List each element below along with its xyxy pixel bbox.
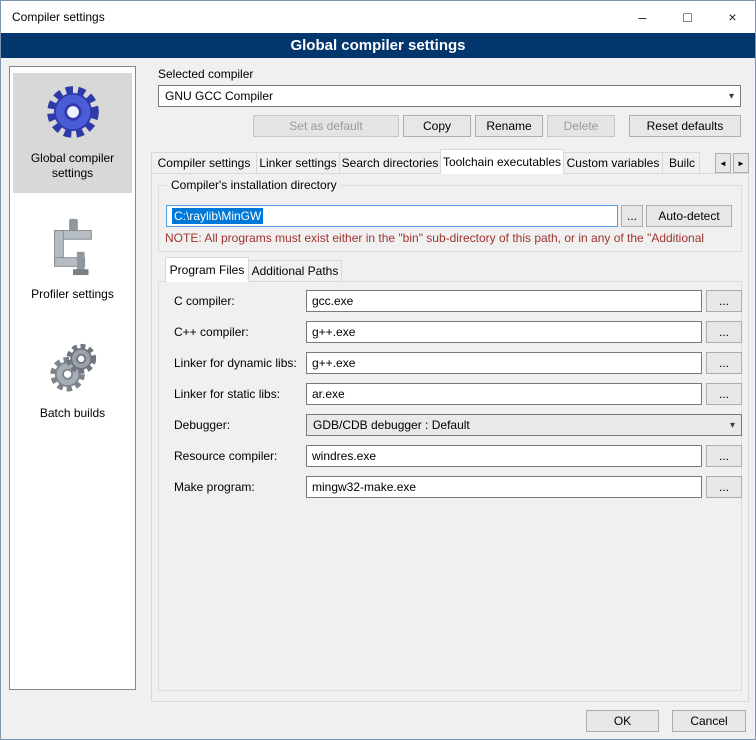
browse-linker-static-button[interactable]: ... <box>706 383 742 405</box>
linker-dynamic-input[interactable] <box>306 352 702 374</box>
cpp-compiler-label: C++ compiler: <box>174 325 249 339</box>
rename-button[interactable]: Rename <box>475 115 543 137</box>
sidebar-item-profiler-settings[interactable]: Profiler settings <box>13 207 132 314</box>
minimize-icon: – <box>639 9 647 25</box>
program-files-tabs: Program Files Additional Paths <box>165 257 342 282</box>
browse-c-compiler-button[interactable]: ... <box>706 290 742 312</box>
c-compiler-label: C compiler: <box>174 294 235 308</box>
scroll-left-icon: ◄ <box>719 159 727 168</box>
tab-toolchain-executables[interactable]: Toolchain executables <box>440 149 564 174</box>
subtab-additional-paths[interactable]: Additional Paths <box>248 260 342 282</box>
chevron-down-icon: ▾ <box>730 420 735 431</box>
installation-note: NOTE: All programs must exist either in … <box>165 231 741 245</box>
close-button[interactable]: × <box>710 1 755 33</box>
debugger-label: Debugger: <box>174 418 230 432</box>
tab-build-options[interactable]: Builc <box>662 152 700 174</box>
cpp-compiler-input[interactable] <box>306 321 702 343</box>
sidebar-item-global-compiler-settings[interactable]: Global compiler settings <box>13 73 132 193</box>
sidebar-item-label: Batch builds <box>40 406 105 421</box>
browse-cpp-compiler-button[interactable]: ... <box>706 321 742 343</box>
linker-dynamic-label: Linker for dynamic libs: <box>174 356 297 370</box>
make-program-label: Make program: <box>174 480 255 494</box>
compiler-settings-dialog: Compiler settings – □ × Global compiler … <box>0 0 756 740</box>
window-title: Compiler settings <box>12 10 105 24</box>
tab-search-directories[interactable]: Search directories <box>339 152 441 174</box>
linker-static-label: Linker for static libs: <box>174 387 280 401</box>
page-title: Global compiler settings <box>1 33 755 58</box>
selected-compiler-label: Selected compiler <box>158 67 253 81</box>
installation-dir-input[interactable]: C:\raylib\MinGW <box>166 205 618 227</box>
tab-scroll-buttons: ◄ ► <box>715 153 749 173</box>
installation-dir-value: C:\raylib\MinGW <box>172 208 263 224</box>
browse-install-dir-button[interactable]: ... <box>621 205 643 227</box>
reset-defaults-button[interactable]: Reset defaults <box>629 115 741 137</box>
selected-compiler-dropdown[interactable]: GNU GCC Compiler ▾ <box>158 85 741 107</box>
make-program-input[interactable] <box>306 476 702 498</box>
settings-category-list: Global compiler settings Profiler settin… <box>9 66 136 690</box>
tab-custom-variables[interactable]: Custom variables <box>563 152 663 174</box>
browse-make-program-button[interactable]: ... <box>706 476 742 498</box>
browse-resource-compiler-button[interactable]: ... <box>706 445 742 467</box>
compiler-settings-tabs: Compiler settings Linker settings Search… <box>151 149 749 174</box>
tab-linker-settings[interactable]: Linker settings <box>256 152 340 174</box>
gears-gray-icon <box>44 338 102 396</box>
chevron-down-icon: ▾ <box>729 91 734 102</box>
sidebar-item-label: Global compiler settings <box>15 151 130 181</box>
close-icon: × <box>728 9 736 25</box>
delete-button[interactable]: Delete <box>547 115 615 137</box>
resource-compiler-label: Resource compiler: <box>174 449 277 463</box>
window-controls: – □ × <box>620 1 755 33</box>
linker-static-input[interactable] <box>306 383 702 405</box>
sidebar-item-batch-builds[interactable]: Batch builds <box>13 328 132 433</box>
profiler-tool-icon <box>46 217 100 277</box>
titlebar[interactable]: Compiler settings – □ × <box>1 1 755 33</box>
browse-linker-dynamic-button[interactable]: ... <box>706 352 742 374</box>
gear-blue-icon <box>44 83 102 141</box>
tab-scroll-right-button[interactable]: ► <box>733 153 749 173</box>
resource-compiler-input[interactable] <box>306 445 702 467</box>
debugger-value: GDB/CDB debugger : Default <box>313 418 470 432</box>
cancel-button[interactable]: Cancel <box>672 710 746 732</box>
selected-compiler-value: GNU GCC Compiler <box>165 89 273 103</box>
subtab-program-files[interactable]: Program Files <box>165 257 249 282</box>
maximize-button[interactable]: □ <box>665 1 710 33</box>
debugger-dropdown[interactable]: GDB/CDB debugger : Default ▾ <box>306 414 742 436</box>
copy-button[interactable]: Copy <box>403 115 471 137</box>
minimize-button[interactable]: – <box>620 1 665 33</box>
c-compiler-input[interactable] <box>306 290 702 312</box>
ok-button[interactable]: OK <box>586 710 659 732</box>
scroll-right-icon: ► <box>737 159 745 168</box>
tab-compiler-settings[interactable]: Compiler settings <box>151 152 257 174</box>
maximize-icon: □ <box>683 9 691 25</box>
sidebar-item-label: Profiler settings <box>31 287 114 302</box>
installation-directory-group-label: Compiler's installation directory <box>167 178 341 192</box>
tab-scroll-left-button[interactable]: ◄ <box>715 153 731 173</box>
set-as-default-button[interactable]: Set as default <box>253 115 399 137</box>
auto-detect-button[interactable]: Auto-detect <box>646 205 732 227</box>
